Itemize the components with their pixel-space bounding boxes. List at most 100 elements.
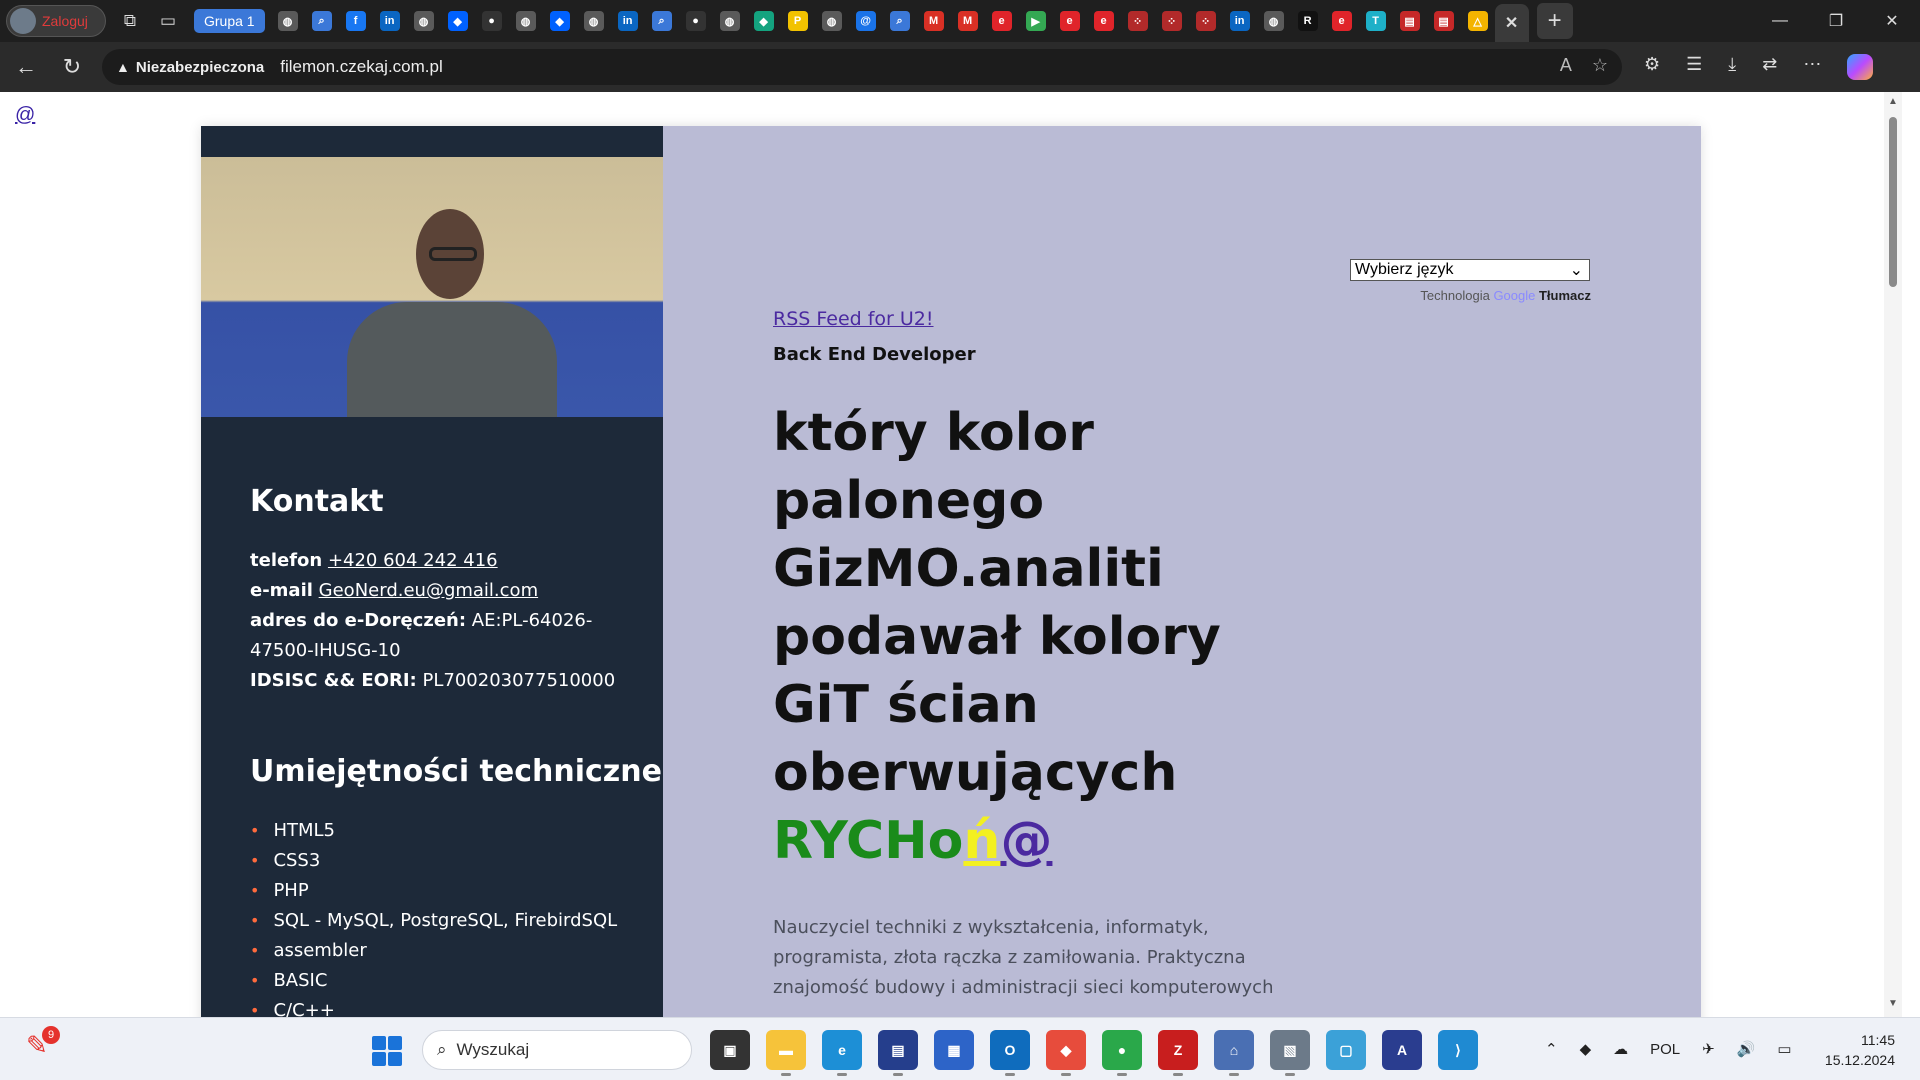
browser-tab[interactable]: ▤ — [1427, 5, 1461, 37]
scrollbar-thumb[interactable] — [1889, 117, 1897, 287]
taskbar-search[interactable]: ⌕ Wyszukaj — [422, 1030, 692, 1070]
headline-yellow-link[interactable]: ń — [963, 811, 1000, 871]
cv-card: Kontakt telefon +420 604 242 416 e-mail … — [201, 126, 1701, 1017]
browser-tab[interactable]: ◆ — [441, 5, 475, 37]
extensions-icon[interactable]: ⚙ — [1644, 54, 1660, 80]
network-icon[interactable]: ⌂ — [1214, 1030, 1254, 1076]
clock[interactable]: 11:45 15.12.2024 — [1820, 1030, 1895, 1070]
browser-tab[interactable]: ⌕ — [305, 5, 339, 37]
tab-actions-icon[interactable]: ▭ — [154, 7, 182, 35]
input-language[interactable]: POL — [1650, 1041, 1680, 1058]
browser-tab[interactable]: ◆ — [747, 5, 781, 37]
start-button[interactable] — [372, 1036, 402, 1066]
volume-icon[interactable]: 🔊 — [1737, 1040, 1756, 1058]
phone-link[interactable]: +420 604 242 416 — [328, 550, 498, 571]
browser-tab[interactable]: M — [917, 5, 951, 37]
file-explorer-icon[interactable]: ▬ — [766, 1030, 806, 1076]
browser-tab[interactable]: ◍ — [407, 5, 441, 37]
browser-tab[interactable]: ⁘ — [1121, 5, 1155, 37]
google-translate-credit: Technologia Google Tłumacz — [1403, 288, 1591, 303]
bio-text: Nauczyciel techniki z wykształcenia, inf… — [773, 917, 1274, 998]
chevron-up-icon[interactable]: ⌃ — [1545, 1040, 1558, 1058]
browser-tab[interactable]: M — [951, 5, 985, 37]
browser-tab[interactable]: in — [1223, 5, 1257, 37]
rss-link[interactable]: RSS Feed for U2! — [773, 308, 934, 330]
tab-active[interactable]: ✕ — [1494, 4, 1529, 42]
browser-tab[interactable]: ▤ — [1393, 5, 1427, 37]
new-tab-button[interactable]: + — [1536, 3, 1573, 39]
maps-app-icon[interactable]: A — [1382, 1030, 1422, 1070]
page-scrollbar[interactable]: ▲ ▼ — [1884, 92, 1902, 1017]
browser-tab[interactable]: ⌕ — [645, 5, 679, 37]
browser-tab[interactable]: in — [373, 5, 407, 37]
dropbox-tray-icon[interactable]: ◆ — [1580, 1040, 1592, 1058]
filezilla-icon[interactable]: Z — [1158, 1030, 1198, 1076]
refresh-icon[interactable]: ↻ — [52, 47, 92, 87]
favorite-star-icon[interactable]: ☆ — [1592, 55, 1608, 76]
browser-tab[interactable]: e — [1087, 5, 1121, 37]
dots-icon: ⁘ — [1161, 11, 1182, 31]
browser-tab[interactable]: ⁘ — [1155, 5, 1189, 37]
scroll-down-icon[interactable]: ▼ — [1888, 998, 1898, 1009]
browser-tab[interactable]: e — [1053, 5, 1087, 37]
scroll-up-icon[interactable]: ▲ — [1888, 96, 1898, 107]
browser-tab[interactable]: e — [985, 5, 1019, 37]
restore-icon[interactable]: ❐ — [1808, 0, 1864, 42]
more-icon[interactable]: ⋯ — [1803, 54, 1821, 80]
workspaces-icon[interactable]: ⧉ — [116, 7, 144, 35]
browser-tab[interactable]: ⁘ — [1189, 5, 1223, 37]
favorites-icon[interactable]: ☰ — [1686, 54, 1702, 80]
browser-tab[interactable]: ◍ — [815, 5, 849, 37]
security-icon[interactable]: ▧ — [1270, 1030, 1310, 1076]
vscode-icon[interactable]: ⟩ — [1438, 1030, 1478, 1070]
browser-tab[interactable]: ◍ — [1257, 5, 1291, 37]
notification-icon[interactable]: ✎ 9 — [26, 1026, 60, 1064]
share-icon[interactable]: ⇄ — [1762, 54, 1777, 80]
browser-tab[interactable]: ◍ — [271, 5, 305, 37]
browser-tab[interactable]: @ — [849, 5, 883, 37]
battery-icon[interactable]: ▭ — [1777, 1040, 1791, 1058]
browser-tab[interactable]: R — [1291, 5, 1325, 37]
translate-link[interactable]: Tłumacz — [1539, 288, 1591, 303]
store-icon[interactable]: ▦ — [934, 1030, 974, 1070]
read-aloud-icon[interactable]: A — [1560, 55, 1572, 76]
save-icon[interactable]: ▤ — [878, 1030, 918, 1076]
browser-tab[interactable]: ● — [679, 5, 713, 37]
task-view-icon[interactable]: ▣ — [710, 1030, 750, 1070]
language-select[interactable]: Wybierz język ⌄ — [1350, 259, 1590, 281]
outlook-icon[interactable]: O — [990, 1030, 1030, 1076]
tab-group-label[interactable]: Grupa 1 — [194, 9, 265, 33]
close-icon[interactable]: ✕ — [1502, 13, 1522, 33]
search-icon: ⌕ — [437, 1040, 447, 1059]
browser-tab[interactable]: in — [611, 5, 645, 37]
close-window-icon[interactable]: ✕ — [1864, 0, 1920, 42]
email-link[interactable]: GeoNerd.eu@gmail.com — [319, 580, 538, 601]
browser-tab[interactable]: P — [781, 5, 815, 37]
browser-tab[interactable]: e — [1325, 5, 1359, 37]
remote-desktop-icon[interactable]: ▢ — [1326, 1030, 1366, 1070]
git-icon[interactable]: ◆ — [1046, 1030, 1086, 1076]
headline-at-link[interactable]: @ — [1000, 811, 1052, 871]
profile-button[interactable]: Zaloguj — [6, 5, 106, 37]
browser-tab[interactable]: T — [1359, 5, 1393, 37]
copilot-icon[interactable] — [1847, 54, 1874, 80]
airplane-icon[interactable]: ✈ — [1702, 1040, 1715, 1058]
minimize-icon[interactable]: — — [1752, 0, 1808, 42]
browser-tab[interactable]: ⌕ — [883, 5, 917, 37]
tp-icon: T — [1365, 11, 1386, 31]
browser-tab[interactable]: △ — [1461, 5, 1495, 37]
url-field[interactable]: ▲ Niezabezpieczona filemon.czekaj.com.pl… — [102, 49, 1622, 85]
downloads-icon[interactable]: ⤓ — [1728, 54, 1736, 80]
globe-app-icon[interactable]: ● — [1102, 1030, 1142, 1076]
browser-tab[interactable]: ● — [475, 5, 509, 37]
onedrive-icon[interactable]: ☁ — [1613, 1040, 1628, 1058]
browser-tab[interactable]: ◆ — [543, 5, 577, 37]
back-icon[interactable]: ← — [6, 47, 46, 87]
browser-tab[interactable]: ◍ — [713, 5, 747, 37]
top-at-link[interactable]: @ — [15, 104, 35, 127]
browser-tab[interactable]: f — [339, 5, 373, 37]
browser-tab[interactable]: ▶ — [1019, 5, 1053, 37]
browser-tab[interactable]: ◍ — [509, 5, 543, 37]
edge-icon[interactable]: e — [822, 1030, 862, 1076]
browser-tab[interactable]: ◍ — [577, 5, 611, 37]
